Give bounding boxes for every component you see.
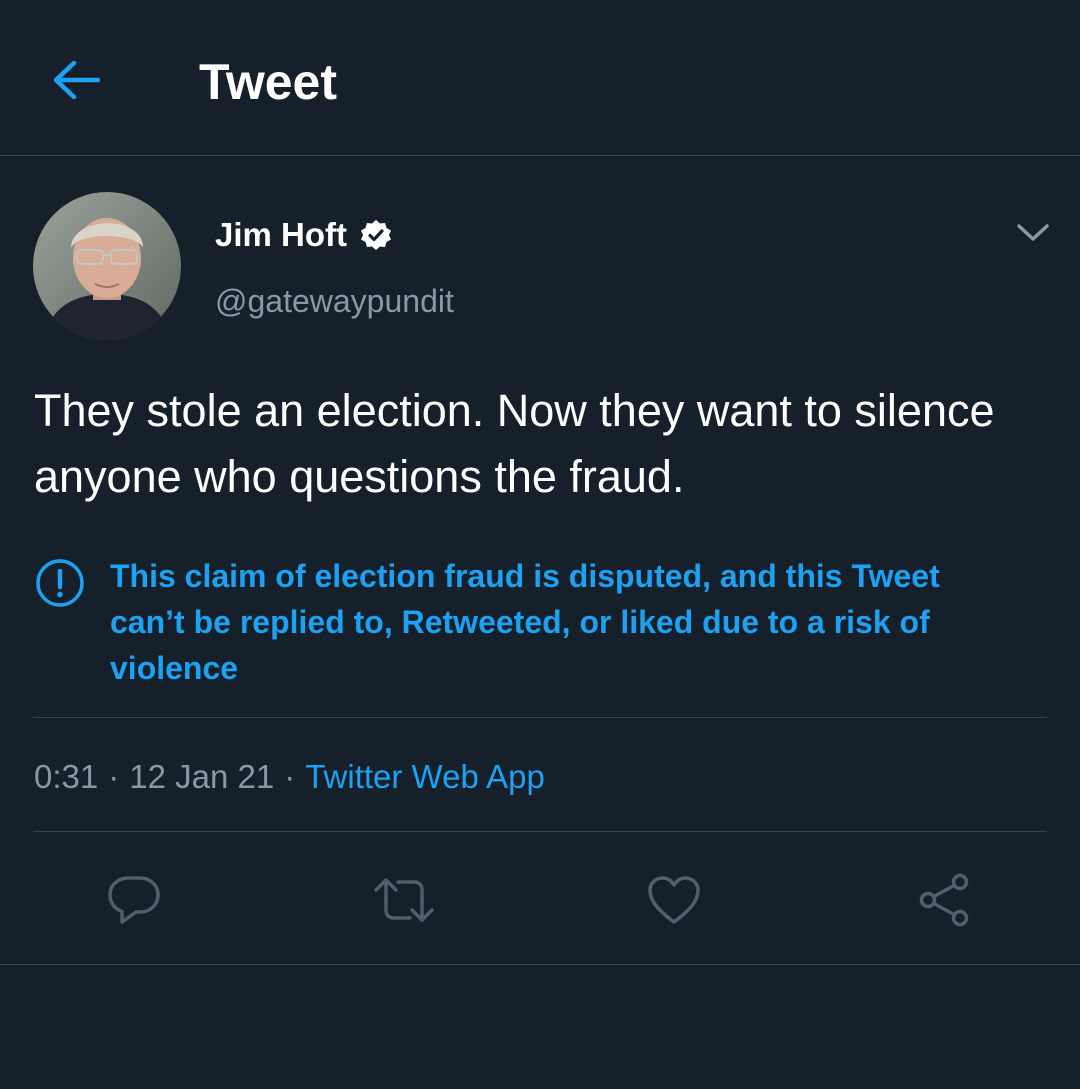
heart-icon — [648, 876, 700, 924]
chevron-down-icon — [1017, 224, 1049, 241]
share-icon — [919, 873, 969, 927]
author-display-name: Jim Hoft — [215, 216, 347, 253]
tweet-text: They stole an election. Now they want to… — [34, 385, 995, 502]
author-name-row[interactable]: Jim Hoft — [215, 212, 393, 258]
share-button[interactable] — [912, 868, 976, 932]
divider — [33, 831, 1047, 832]
meta-separator: · — [108, 758, 120, 795]
meta-separator: · — [284, 758, 296, 795]
exclamation-circle-icon — [36, 559, 84, 607]
retweet-icon — [374, 878, 434, 922]
reply-icon — [108, 876, 160, 924]
divider — [0, 964, 1080, 965]
arrow-left-icon — [53, 60, 101, 100]
avatar-photo — [33, 192, 181, 340]
reply-button[interactable] — [102, 868, 166, 932]
author-handle[interactable]: @gatewaypundit — [215, 280, 454, 322]
tweet-source-link[interactable]: Twitter Web App — [305, 758, 545, 795]
page-title: Tweet — [199, 54, 337, 110]
verified-badge-icon — [361, 220, 391, 250]
retweet-button[interactable] — [372, 868, 436, 932]
divider — [33, 717, 1047, 718]
like-button[interactable] — [642, 868, 706, 932]
tweet-meta: 0:31 · 12 Jan 21 · Twitter Web App — [34, 752, 545, 802]
top-bar: Tweet — [0, 0, 1080, 156]
notice-text: This claim of election fraud is disputed… — [110, 558, 940, 686]
back-button[interactable] — [40, 50, 112, 110]
tweet-date: 12 Jan 21 — [129, 758, 275, 795]
tweet-menu-button[interactable] — [1012, 212, 1054, 254]
avatar[interactable] — [33, 192, 181, 340]
tweet-time: 0:31 — [34, 758, 99, 795]
disputed-claim-notice[interactable]: This claim of election fraud is disputed… — [34, 553, 1034, 693]
